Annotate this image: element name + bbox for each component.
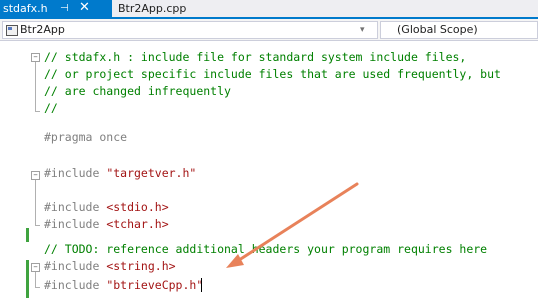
arrow-head [226,254,244,268]
annotation-arrow [226,182,359,268]
arrow-shaft [234,182,359,264]
